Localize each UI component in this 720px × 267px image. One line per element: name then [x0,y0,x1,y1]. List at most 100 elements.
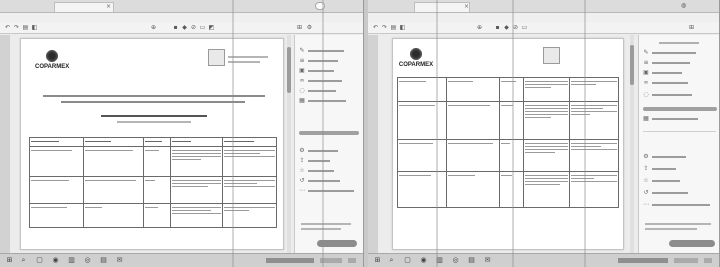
zoom-icon[interactable]: ⊕ [150,24,157,31]
comment-icon[interactable]: ▭ [521,24,528,31]
panel-item[interactable]: ☆ [299,167,360,176]
start-icon[interactable]: ⊞ [374,257,381,264]
task-view-icon[interactable]: ▢ [404,257,411,264]
panel-item[interactable]: ✎ [299,47,360,56]
document-page: COPARMEX [392,38,624,250]
undo-icon[interactable]: ↶ [372,24,379,31]
panel-item[interactable]: ⚙ [643,153,716,162]
vertical-scrollbar[interactable] [287,35,291,253]
table-cell [522,101,571,140]
italic-icon[interactable]: ◆ [503,24,510,31]
start-icon[interactable]: ⊞ [6,257,13,264]
settings-icon[interactable]: ⚙ [306,24,313,31]
panel-item[interactable]: ◌ [643,91,716,100]
panel-item[interactable]: ⇪ [643,165,716,174]
print-icon[interactable]: ▤ [390,24,397,31]
table-cell [522,171,571,208]
panel-item[interactable]: ∞ [299,77,360,86]
notifications-icon[interactable] [704,258,712,263]
document-page: COPARMEX [20,38,284,250]
brand-name: COPARMEX [35,64,70,70]
screen-right: × ◍ ↶ ↷ ▤ ◧ ⊕ ▪ ◆ ⊘ ▭ ⊞ COPARMEX ✎ ≡ ▣ ∞… [368,0,720,267]
panel-item[interactable]: ⋯ [643,201,716,210]
edge-icon[interactable]: ◉ [52,257,59,264]
panel-item[interactable]: ≡ [299,57,360,66]
table-cell [28,203,85,228]
panel-item[interactable]: ↺ [643,189,716,198]
comment-icon[interactable]: ▭ [199,24,206,31]
seal-icon [543,47,560,64]
paint-format-icon[interactable]: ◧ [399,24,406,31]
heading-line [61,101,245,103]
panel-item[interactable]: ▣ [299,67,360,76]
bold-icon[interactable]: ▪ [494,24,501,31]
settings-icon: ⚙ [643,153,649,160]
system-tray[interactable] [618,258,668,263]
image-icon: ▣ [643,69,649,76]
zoom-icon[interactable]: ⊕ [476,24,483,31]
word-icon[interactable]: ▤ [468,257,475,264]
brand-logo: COPARMEX [35,49,69,70]
paint-format-icon[interactable]: ◧ [31,24,38,31]
print-icon[interactable]: ▤ [22,24,29,31]
link-icon[interactable]: ⊘ [190,24,197,31]
redo-icon[interactable]: ↷ [13,24,20,31]
document-tab[interactable] [414,2,470,12]
panel-item[interactable]: ▣ [643,69,716,78]
panel-toggle-icon[interactable]: ⊞ [296,24,303,31]
panel-item[interactable]: ◌ [299,87,360,96]
scrollbar-thumb[interactable] [287,47,291,93]
search-icon[interactable]: ⌕ [388,257,395,264]
panel-action-button[interactable] [669,240,715,247]
mail-icon[interactable]: ✉ [484,257,491,264]
left-gutter [368,35,378,253]
close-tab-icon[interactable]: × [106,3,111,10]
scrollbar-thumb[interactable] [630,45,634,85]
search-icon[interactable]: ⌕ [20,257,27,264]
comment-icon: ◌ [643,91,649,98]
vertical-scrollbar[interactable] [630,35,634,253]
panel-item[interactable]: ⋯ [299,187,360,196]
undo-icon[interactable]: ↶ [4,24,11,31]
table-cell [221,203,278,228]
panel-item[interactable]: ⚙ [299,147,360,156]
chrome-icon[interactable]: ◎ [84,257,91,264]
table-row [28,176,278,204]
chrome-icon[interactable]: ◎ [452,257,459,264]
scan-band [584,0,586,267]
panel-item[interactable]: ⇪ [299,157,360,166]
table-cell [445,77,500,102]
panel-item[interactable]: ▦ [643,115,716,124]
system-tray[interactable] [266,258,314,263]
edge-icon[interactable]: ◉ [420,257,427,264]
more-icon: ⋯ [643,201,649,208]
side-panel: ✎ ≡ ▣ ∞ ◌ ▦ ⚙ ⇪ ☆ ↺ ⋯ [294,35,363,253]
task-view-icon[interactable]: ▢ [36,257,43,264]
table-cell [169,176,223,204]
mail-icon[interactable]: ✉ [116,257,123,264]
notifications-icon[interactable] [348,258,356,263]
seal-icon [208,49,225,66]
italic-icon[interactable]: ◆ [181,24,188,31]
panel-item[interactable]: ☆ [643,177,716,186]
panel-item[interactable]: ∞ [643,79,716,88]
panel-note-line [301,228,341,230]
seal-line [228,56,268,58]
panel-toggle-icon[interactable]: ⊞ [688,24,695,31]
table-cell [445,139,500,172]
account-icon[interactable]: ◍ [680,2,687,9]
panel-divider-strip [299,131,359,135]
panel-item[interactable]: ↺ [299,177,360,186]
panel-item[interactable]: ≡ [643,59,716,68]
table-cell [522,77,571,102]
image-icon[interactable]: ◩ [208,24,215,31]
panel-item[interactable]: ▦ [299,97,360,106]
panel-item[interactable]: ✎ [643,49,716,58]
explorer-icon[interactable]: ▥ [68,257,75,264]
document-tab[interactable] [54,2,114,12]
word-icon[interactable]: ▤ [100,257,107,264]
bold-icon[interactable]: ▪ [172,24,179,31]
redo-icon[interactable]: ↷ [381,24,388,31]
close-tab-icon[interactable]: × [464,3,469,10]
tab-bar: × ◍ [368,0,719,13]
